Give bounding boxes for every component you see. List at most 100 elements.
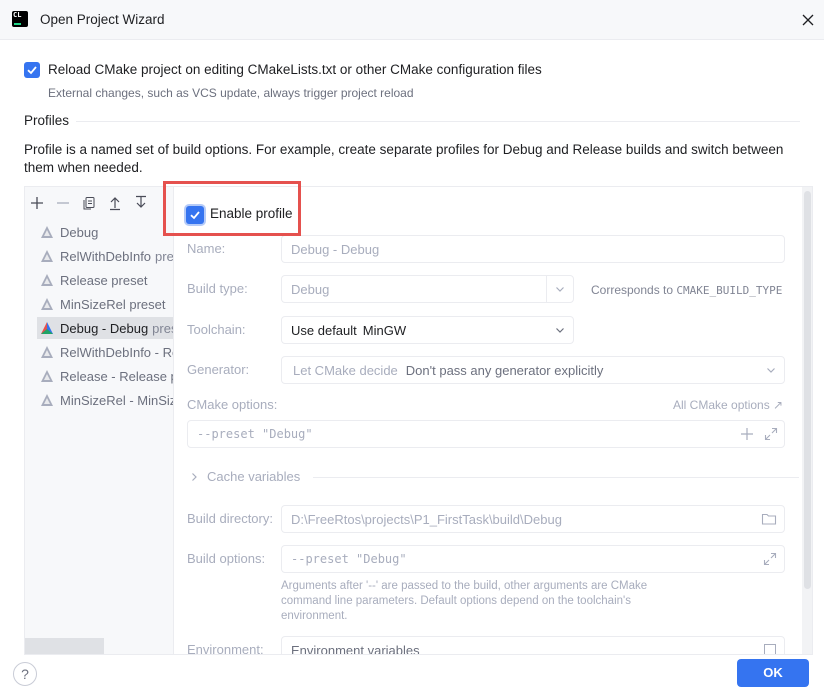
cache-variables-label: Cache variables: [207, 469, 301, 484]
expand-icon[interactable]: [763, 552, 777, 566]
profile-name: RelWithDebInfo - Re: [60, 344, 174, 360]
build-options-label: Build options:: [187, 551, 266, 566]
vertical-scrollbar-thumb[interactable]: [804, 191, 811, 589]
environment-label: Environment:: [187, 642, 264, 655]
profiles-list-pane: Debug RelWithDebInfopres Release preset Min…: [25, 187, 174, 654]
reload-cmake-label[interactable]: Reload CMake project on editing CMakeLis…: [48, 62, 542, 77]
build-type-dropdown[interactable]: Debug: [281, 275, 574, 303]
cmake-profile-icon: [41, 274, 53, 286]
profile-name: Release - Release p: [60, 368, 174, 384]
plus-icon[interactable]: [740, 427, 754, 441]
copy-icon: [83, 197, 95, 210]
build-directory-value: D:\FreeRtos\projects\P1_FirstTask\build\…: [291, 511, 562, 527]
build-options-field[interactable]: --preset "Debug": [281, 545, 785, 573]
build-type-note-code: CMAKE_BUILD_TYPE: [676, 284, 783, 297]
chevron-down-icon: [767, 368, 775, 373]
profile-name: Release preset: [60, 272, 148, 288]
build-type-value: Debug: [291, 281, 330, 297]
build-type-note-prefix: Corresponds to: [591, 283, 677, 297]
cmake-options-field[interactable]: --preset "Debug": [187, 420, 785, 448]
environment-field[interactable]: Environment variables: [281, 636, 785, 655]
cmake-profile-icon: [41, 322, 53, 334]
move-up-button[interactable]: [107, 195, 123, 211]
chevron-down-icon: [556, 328, 564, 333]
profile-list-item[interactable]: Debug - Debugpres: [37, 317, 173, 339]
profile-list-item[interactable]: RelWithDebInfo - Re: [37, 341, 174, 363]
build-options-value: --preset "Debug": [291, 552, 407, 566]
generator-dropdown[interactable]: Let CMake decide Don't pass any generato…: [281, 356, 785, 384]
checkmark-icon: [190, 211, 200, 220]
name-field[interactable]: Debug - Debug: [281, 235, 785, 263]
build-options-help-line: command line parameters. Default options…: [281, 595, 631, 607]
cmake-profile-icon: [41, 226, 53, 238]
cmake-profile-icon: [41, 346, 53, 358]
ok-button[interactable]: OK: [737, 659, 809, 687]
build-directory-label: Build directory:: [187, 511, 273, 526]
profile-list-item[interactable]: MinSizeRel preset: [37, 293, 173, 315]
generator-label: Generator:: [187, 362, 250, 377]
profile-list-item[interactable]: Release preset: [37, 269, 173, 291]
reload-cmake-hint: External changes, such as VCS update, al…: [48, 86, 414, 100]
profile-list-item[interactable]: RelWithDebInfopres: [37, 245, 174, 267]
all-cmake-options-link[interactable]: All CMake options ↗: [673, 398, 783, 412]
clion-app-icon: CL: [12, 11, 28, 27]
copy-profile-button[interactable]: [81, 195, 97, 211]
window-title: Open Project Wizard: [40, 12, 165, 27]
add-icon: [31, 197, 43, 209]
environment-value: Environment variables: [291, 642, 420, 655]
generator-value: Don't pass any generator explicitly: [405, 362, 604, 378]
profiles-section-title: Profiles: [24, 113, 70, 128]
cmake-options-label: CMake options:: [187, 397, 278, 412]
app-icon-text: CL: [13, 11, 22, 19]
dialog-footer: [0, 655, 824, 698]
build-type-label: Build type:: [187, 281, 248, 296]
profile-name: Debug - Debug: [60, 320, 149, 336]
profile-suffix: pres: [155, 248, 174, 264]
cmake-profile-icon: [41, 250, 53, 262]
add-profile-button[interactable]: [29, 195, 45, 211]
remove-profile-button[interactable]: [55, 195, 71, 211]
move-down-icon: [136, 195, 146, 208]
build-options-help: Arguments after '--' are passed to the b…: [281, 579, 701, 624]
move-up-icon: [110, 197, 120, 211]
profile-suffix: pres: [152, 320, 173, 336]
build-options-help-line: Arguments after '--' are passed to the b…: [281, 580, 648, 592]
profile-settings-pane: Name: Debug - Debug Build type: Debug Co…: [175, 187, 812, 655]
profile-list-item[interactable]: Debug: [37, 221, 173, 243]
enable-profile-checkbox[interactable]: [186, 206, 204, 224]
cache-variables-separator: [313, 477, 799, 478]
close-button[interactable]: [798, 10, 818, 30]
cmake-options-value: --preset "Debug": [197, 427, 313, 441]
help-button[interactable]: ?: [13, 662, 37, 686]
profiles-separator: [76, 121, 800, 122]
toolchain-prefix: Use default: [291, 322, 357, 338]
profile-list-item[interactable]: MinSizeRel - MinSiz: [37, 389, 174, 411]
cmake-profile-icon: [41, 370, 53, 382]
cmake-profile-icon: [41, 394, 53, 406]
build-directory-field[interactable]: D:\FreeRtos\projects\P1_FirstTask\build\…: [281, 505, 785, 533]
profiles-panel: Debug RelWithDebInfopres Release preset Min…: [24, 186, 813, 655]
checkmark-icon: [27, 66, 37, 75]
profile-name: Debug: [60, 224, 99, 240]
expand-icon[interactable]: [764, 427, 778, 441]
move-down-button[interactable]: [133, 195, 149, 211]
name-label: Name:: [187, 241, 226, 256]
horizontal-scrollbar[interactable]: [25, 638, 104, 654]
toolchain-dropdown[interactable]: Use default MinGW: [281, 316, 574, 344]
profile-name: MinSizeRel - MinSiz: [60, 392, 174, 408]
toolchain-label: Toolchain:: [187, 322, 246, 337]
toolchain-value: MinGW: [362, 322, 407, 338]
cache-variables-toggle[interactable]: Cache variables: [189, 469, 799, 485]
chevron-down-icon: [556, 287, 564, 292]
enable-profile-label[interactable]: Enable profile: [210, 206, 293, 221]
name-value: Debug - Debug: [291, 241, 380, 257]
build-type-note: Corresponds to CMAKE_BUILD_TYPE: [591, 283, 782, 297]
generator-prefix: Let CMake decide: [293, 362, 398, 378]
edit-list-icon[interactable]: [763, 643, 777, 655]
reload-cmake-checkbox[interactable]: [24, 62, 40, 78]
close-icon: [802, 14, 814, 26]
build-options-help-line: environment.: [281, 610, 348, 622]
folder-icon[interactable]: [761, 512, 777, 526]
profile-name: MinSizeRel preset: [60, 296, 166, 312]
profile-list-item[interactable]: Release - Release p: [37, 365, 174, 387]
